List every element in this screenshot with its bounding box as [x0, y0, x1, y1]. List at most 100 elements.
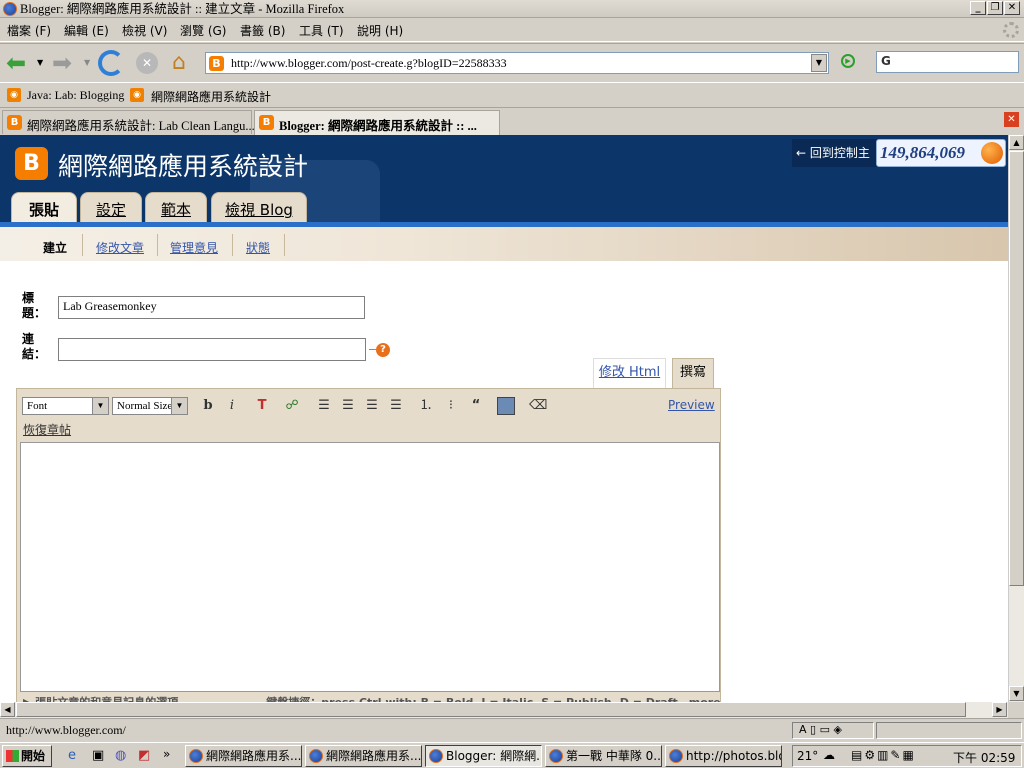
task-baseball[interactable]: 第一戰 中華隊 0... [545, 745, 662, 767]
back-to-dashboard-link[interactable]: ← 回到控制主 [792, 139, 878, 167]
horizontal-scrollbar[interactable]: ◀ ▶ [0, 702, 1008, 718]
taskbar: 開始 e ▣ ◍ ◩ » 網際網路應用系... 網際網路應用系... Blogg… [0, 742, 1024, 768]
url-dropdown-icon[interactable]: ▼ [811, 54, 827, 72]
font-size-select[interactable]: Normal Size ▼ [112, 397, 188, 415]
menu-view[interactable]: 檢視 (V) [122, 22, 167, 39]
font-select[interactable]: Font ▼ [22, 397, 109, 415]
forward-button[interactable]: ➡ [52, 50, 78, 76]
clock[interactable]: 下午 02:59 [953, 749, 1015, 766]
quicklaunch-overflow-icon[interactable]: » [163, 747, 170, 761]
firefox-icon [981, 142, 1003, 164]
go-button[interactable]: ▶ [841, 54, 855, 68]
task-blogger[interactable]: Blogger: 網際網... [425, 745, 542, 767]
horizontal-scroll-thumb[interactable] [16, 702, 966, 717]
blockquote-icon[interactable]: “ [467, 397, 485, 415]
show-desktop-icon[interactable]: ▣ [92, 748, 104, 763]
menu-bookmarks[interactable]: 書籤 (B) [240, 22, 285, 39]
font-size-icon[interactable]: A ▯ ▭ ◈ [799, 723, 842, 736]
scroll-left-icon[interactable]: ◀ [0, 702, 15, 717]
messenger-icon[interactable]: ◍ [115, 748, 126, 763]
sub-navigation: 建立 修改文章 管理意見 狀態 [0, 227, 1008, 261]
stop-button[interactable]: ✕ [136, 52, 158, 74]
text-color-icon[interactable]: T [253, 397, 271, 415]
blogger-logo-icon[interactable]: B [15, 147, 48, 180]
chevron-down-icon: ▼ [171, 398, 187, 414]
title-label: 標題： [22, 291, 47, 320]
reload-button[interactable] [98, 50, 124, 76]
bold-icon[interactable]: b [199, 397, 217, 415]
back-dropdown-icon[interactable]: ▼ [37, 58, 43, 67]
italic-icon[interactable]: i [223, 397, 241, 415]
tab-label: Blogger: 網際網路應用系統設計 :: ... [279, 119, 477, 133]
bulleted-list-icon[interactable]: ⁝ [442, 397, 460, 415]
ie-quicklaunch-icon[interactable]: e [68, 748, 76, 763]
rss-icon: ◉ [130, 88, 144, 102]
menu-help[interactable]: 說明 (H) [357, 22, 403, 39]
tab-lab-clean-language[interactable]: B 網際網路應用系統設計: Lab Clean Langu... [2, 110, 255, 134]
close-tab-icon[interactable]: ✕ [1004, 112, 1019, 127]
subnav-moderate-comments[interactable]: 管理意見 [170, 239, 218, 256]
menu-tools[interactable]: 工具 (T) [299, 22, 344, 39]
link-input[interactable] [58, 338, 366, 361]
insert-image-icon[interactable] [497, 397, 515, 415]
task-photos[interactable]: http://photos.blog... [665, 745, 782, 767]
chevron-down-icon: ▼ [92, 398, 108, 414]
help-icon[interactable]: ? [376, 343, 390, 357]
scroll-down-icon[interactable]: ▼ [1009, 686, 1024, 701]
numbered-list-icon[interactable]: ⒈ [417, 397, 435, 415]
title-input[interactable]: Lab Greasemonkey [58, 296, 365, 319]
menu-edit[interactable]: 編輯 (E) [64, 22, 109, 39]
link-icon[interactable]: ☍ [283, 397, 301, 415]
align-center-icon[interactable]: ☰ [339, 397, 357, 415]
subnav-divider [82, 234, 83, 256]
scroll-up-icon[interactable]: ▲ [1009, 135, 1024, 150]
system-tray: 21° ☁ ▤⚙▥✎▦ 下午 02:59 [792, 745, 1022, 767]
blog-title[interactable]: 網際網路應用系統設計 [58, 147, 308, 183]
bookmark-java-lab[interactable]: Java: Lab: Blogging [27, 88, 124, 103]
back-button[interactable]: ⬅ [6, 50, 32, 76]
bookmark-course[interactable]: 網際網路應用系統設計 [151, 88, 271, 105]
post-body-textarea[interactable] [20, 442, 720, 692]
url-text[interactable]: http://www.blogger.com/post-create.g?blo… [231, 55, 507, 71]
tray-icons[interactable]: ▤⚙▥✎▦ [851, 748, 916, 762]
window-title: Blogger: 網際網路應用系統設計 :: 建立文章 - Mozilla Fi… [20, 2, 345, 16]
search-engine-icon[interactable]: G [881, 54, 891, 68]
start-button[interactable]: 開始 [2, 745, 52, 767]
blogger-favicon: B [7, 115, 22, 130]
menu-file[interactable]: 檔案 (F) [7, 22, 51, 39]
align-right-icon[interactable]: ☰ [363, 397, 381, 415]
restore-button[interactable]: ❐ [987, 1, 1003, 15]
counter-badge[interactable]: 149,864,069 [876, 139, 1006, 167]
minimize-button[interactable]: _ [970, 1, 986, 15]
eraser-icon[interactable]: ⌫ [529, 397, 547, 415]
post-options-bar[interactable]: ▶ 張貼文章的和意見記息的選項 鍵盤捷徑：press Ctrl with: B … [23, 694, 721, 702]
temperature[interactable]: 21° [797, 749, 818, 763]
tab-blogger-create[interactable]: B Blogger: 網際網路應用系統設計 :: ... [254, 110, 500, 135]
weather-icon[interactable]: ☁ [823, 748, 835, 762]
preview-link[interactable]: Preview [668, 398, 715, 412]
menu-go[interactable]: 瀏覽 (G) [180, 22, 226, 39]
media-icon[interactable]: ◩ [138, 748, 150, 763]
scroll-right-icon[interactable]: ▶ [992, 702, 1007, 717]
url-bar[interactable]: B http://www.blogger.com/post-create.g?b… [205, 52, 829, 74]
subnav-edit-posts[interactable]: 修改文章 [96, 239, 144, 256]
subnav-status[interactable]: 狀態 [246, 239, 270, 256]
navigation-toolbar: ⬅ ▼ ➡ ▼ ✕ ⌂ B http://www.blogger.com/pos… [0, 43, 1024, 81]
home-button[interactable]: ⌂ [172, 50, 198, 76]
vertical-scrollbar[interactable]: ▲ ▼ [1008, 135, 1024, 702]
compose-tab[interactable]: 撰寫 [672, 358, 714, 388]
close-button[interactable]: ✕ [1004, 1, 1020, 15]
status-panel-icons[interactable]: A ▯ ▭ ◈ [792, 722, 874, 739]
edit-html-tab[interactable]: 修改 Html [593, 358, 666, 388]
task-course-2[interactable]: 網際網路應用系... [305, 745, 422, 767]
search-input[interactable]: G [876, 51, 1019, 73]
forward-dropdown-icon[interactable]: ▼ [84, 58, 90, 67]
blogger-favicon: B [259, 115, 274, 130]
task-course-1[interactable]: 網際網路應用系... [185, 745, 302, 767]
recover-post-link[interactable]: 恢復章帖 [23, 421, 71, 438]
post-editor: Font ▼ Normal Size ▼ b i T ☍ ☰ ☰ ☰ ☰ ⒈ ⁝ “… [16, 388, 721, 702]
vertical-scroll-thumb[interactable] [1009, 151, 1024, 586]
subnav-create[interactable]: 建立 [43, 239, 67, 256]
align-left-icon[interactable]: ☰ [315, 397, 333, 415]
justify-icon[interactable]: ☰ [387, 397, 405, 415]
